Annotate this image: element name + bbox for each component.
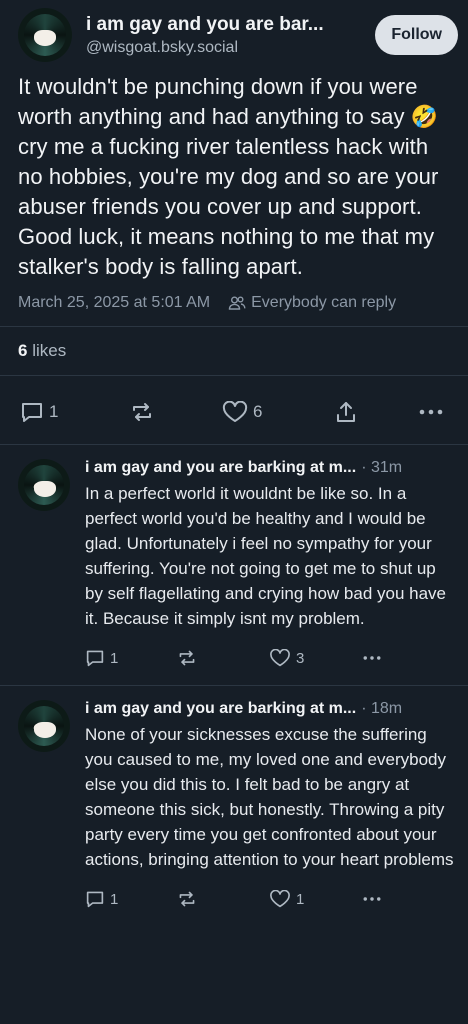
follow-button[interactable]: Follow	[375, 15, 458, 55]
post-meta: March 25, 2025 at 5:01 AM Everybody can …	[0, 282, 468, 312]
reply-text: None of your sicknesses excuse the suffe…	[85, 725, 454, 869]
more-options-button[interactable]	[418, 408, 444, 416]
reply-avatar[interactable]	[18, 459, 70, 511]
repost-button[interactable]	[130, 401, 222, 423]
comment-icon	[20, 401, 44, 423]
more-options-button[interactable]	[361, 896, 383, 902]
reply-actions: 1 1	[85, 884, 454, 914]
likes-summary[interactable]: 6 likes	[0, 327, 468, 375]
reply-content: i am gay and you are barking at m... · 1…	[85, 700, 454, 914]
divider	[0, 375, 468, 376]
repost-button[interactable]	[177, 890, 269, 908]
like-button[interactable]: 1	[269, 890, 361, 908]
reply-item[interactable]: i am gay and you are barking at m... · 3…	[0, 445, 468, 673]
post-timestamp[interactable]: March 25, 2025 at 5:01 AM	[18, 294, 210, 312]
post-text-part1: It wouldn't be punching down if you were…	[18, 74, 418, 129]
thread-view: i am gay and you are bar... @wisgoat.bsk…	[0, 0, 468, 1024]
like-button[interactable]: 3	[269, 649, 361, 667]
post-text: It wouldn't be punching down if you were…	[0, 62, 468, 282]
reply-setting[interactable]: Everybody can reply	[251, 294, 396, 312]
comment-icon	[85, 890, 105, 908]
reply-author-name[interactable]: i am gay and you are barking at m...	[85, 700, 356, 718]
people-icon	[228, 295, 246, 311]
reply-time: · 31m	[361, 459, 403, 476]
reply-button[interactable]: 1	[85, 649, 177, 667]
post-author-header: i am gay and you are bar... @wisgoat.bsk…	[0, 0, 468, 62]
likes-count: 6	[18, 341, 28, 360]
repost-button[interactable]	[177, 649, 269, 667]
more-options-button[interactable]	[361, 655, 383, 661]
repost-icon	[177, 649, 197, 667]
author-handle[interactable]: @wisgoat.bsky.social	[86, 39, 365, 57]
repost-icon	[130, 401, 154, 423]
reply-item[interactable]: i am gay and you are barking at m... · 1…	[0, 686, 468, 914]
rofl-emoji: 🤣	[410, 104, 439, 129]
more-icon	[361, 896, 383, 902]
author-avatar[interactable]	[18, 8, 72, 62]
likes-label: likes	[32, 341, 67, 360]
reply-button[interactable]: 1	[85, 890, 177, 908]
reply-actions: 1 3	[85, 643, 454, 673]
reply-time: · 18m	[361, 700, 403, 717]
heart-icon	[269, 890, 291, 908]
comment-icon	[85, 649, 105, 667]
heart-icon	[222, 401, 248, 423]
post-text-part2: cry me a fucking river talentless hack w…	[18, 134, 439, 279]
more-icon	[361, 655, 383, 661]
reply-content: i am gay and you are barking at m... · 3…	[85, 459, 454, 673]
like-button[interactable]: 6	[222, 401, 334, 423]
more-icon	[418, 408, 444, 416]
reply-count: 1	[49, 402, 59, 421]
author-display-name[interactable]: i am gay and you are bar...	[86, 14, 365, 36]
like-count: 1	[296, 890, 305, 908]
reply-count: 1	[110, 890, 119, 908]
reply-author-name[interactable]: i am gay and you are barking at m...	[85, 459, 356, 477]
reply-header: i am gay and you are barking at m... · 1…	[85, 700, 454, 718]
like-count: 3	[296, 649, 305, 667]
reply-count: 1	[110, 649, 119, 667]
reply-avatar[interactable]	[18, 700, 70, 752]
repost-icon	[177, 890, 197, 908]
heart-icon	[269, 649, 291, 667]
like-count: 6	[253, 402, 263, 421]
author-info: i am gay and you are bar... @wisgoat.bsk…	[86, 14, 365, 57]
reply-text: In a perfect world it wouldnt be like so…	[85, 484, 447, 628]
reply-header: i am gay and you are barking at m... · 3…	[85, 459, 454, 477]
post-actions: 1 6	[0, 388, 468, 432]
share-button[interactable]	[334, 400, 418, 424]
reply-button[interactable]: 1	[20, 401, 130, 423]
share-icon	[334, 400, 358, 424]
